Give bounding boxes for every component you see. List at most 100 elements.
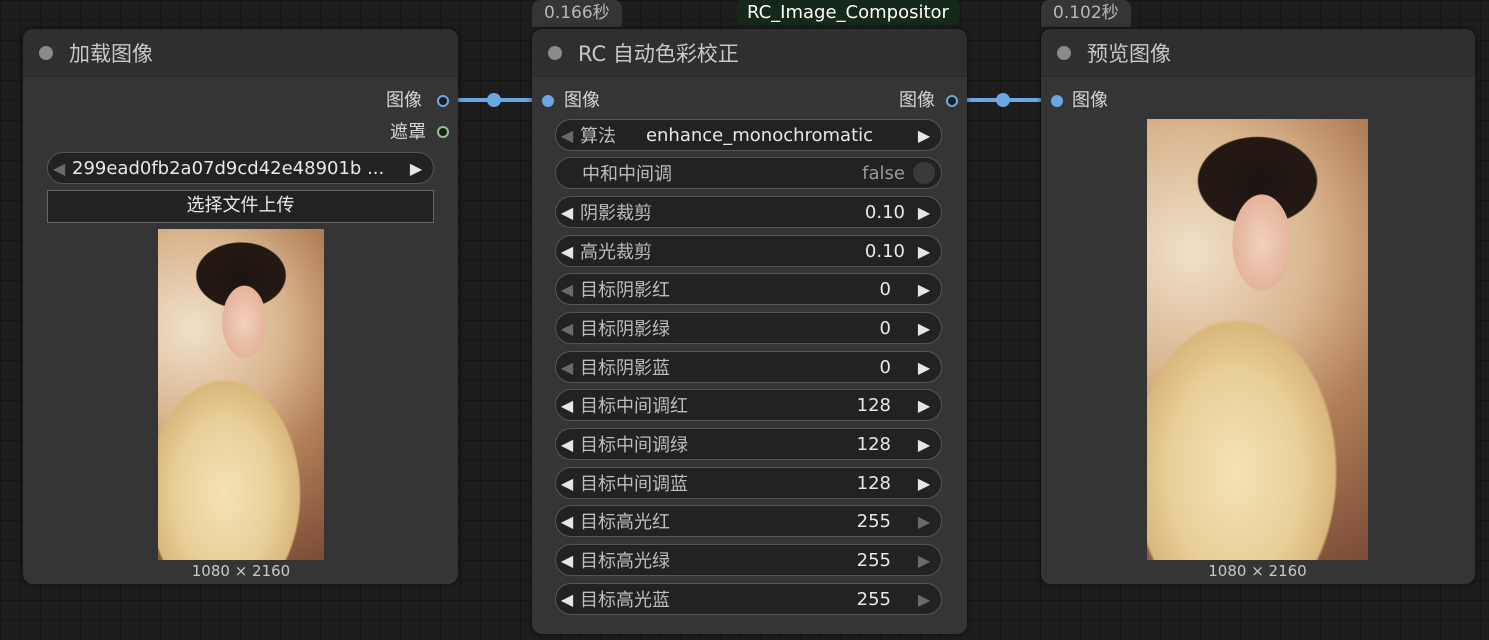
output-image-port-icon[interactable] [437, 95, 449, 107]
upload-button[interactable]: 选择文件上传 [47, 190, 434, 223]
target-highlight-blue-stepper[interactable]: ◀ 目标高光蓝 255 ▶ [555, 583, 942, 615]
widget-label: 目标高光蓝 [580, 590, 670, 611]
execution-time-badge: 0.102秒 [1041, 0, 1131, 27]
execution-time-badge: 0.166秒 [532, 0, 622, 27]
widget-label: 高光裁剪 [580, 242, 652, 263]
node-title: 预览图像 [1087, 41, 1171, 66]
output-image-label: 图像 [899, 90, 935, 111]
preview-image-node[interactable]: 预览图像 图像 1080 × 2160 [1041, 29, 1475, 584]
widget-value: 128 [856, 394, 891, 416]
widget-value: 0.10 [864, 201, 905, 223]
left-arrow-icon[interactable]: ◀ [556, 512, 578, 531]
right-arrow-icon[interactable]: ▶ [913, 435, 935, 454]
widget-label: 中和中间调 [582, 164, 672, 185]
output-image-label: 图像 [386, 90, 422, 111]
target-midtone-red-stepper[interactable]: ◀ 目标中间调红 128 ▶ [555, 389, 942, 421]
node-title: 加载图像 [69, 41, 153, 66]
widget-value: 255 [856, 588, 891, 610]
widget-label: 阴影裁剪 [580, 203, 652, 224]
widget-label: 目标中间调蓝 [580, 474, 688, 495]
input-image-label: 图像 [1072, 90, 1108, 111]
left-arrow-icon[interactable]: ◀ [556, 396, 578, 415]
toggle-knob-icon[interactable] [913, 162, 935, 184]
target-shadow-blue-stepper[interactable]: ◀ 目标阴影蓝 0 ▶ [555, 351, 942, 383]
widget-value: 0 [879, 278, 891, 300]
right-arrow-icon[interactable]: ▶ [913, 319, 935, 338]
widget-label: 目标阴影绿 [580, 319, 670, 340]
widget-value: 255 [856, 510, 891, 532]
left-arrow-icon[interactable]: ◀ [556, 280, 578, 299]
widget-label: 目标阴影蓝 [580, 358, 670, 379]
neutralize-midtones-toggle[interactable]: 中和中间调 false [555, 157, 942, 189]
left-arrow-icon[interactable]: ◀ [556, 551, 578, 570]
target-shadow-red-stepper[interactable]: ◀ 目标阴影红 0 ▶ [555, 273, 942, 305]
widget-label: 算法 [580, 126, 616, 147]
collapse-dot-icon[interactable] [39, 45, 53, 60]
right-arrow-icon[interactable]: ▶ [913, 551, 935, 570]
node-title: RC 自动色彩校正 [578, 41, 739, 66]
widget-value: 0 [879, 356, 891, 378]
right-arrow-icon[interactable]: ▶ [913, 242, 935, 261]
group-title: RC_Image_Compositor [737, 0, 959, 25]
widget-value: 128 [856, 472, 891, 494]
left-arrow-icon[interactable]: ◀ [556, 203, 578, 222]
right-arrow-icon[interactable]: ▶ [913, 358, 935, 377]
widget-label: 目标中间调绿 [580, 435, 688, 456]
right-arrow-icon[interactable]: ▶ [913, 126, 935, 145]
widget-value: 0.10 [864, 240, 905, 262]
left-arrow-icon[interactable]: ◀ [556, 590, 578, 609]
output-mask-port-icon[interactable] [437, 126, 449, 138]
loaded-image-preview [158, 229, 324, 560]
output-mask-label: 遮罩 [390, 122, 426, 143]
link-midpoint-handle [487, 93, 501, 107]
highlight-clip-stepper[interactable]: ◀ 高光裁剪 0.10 ▶ [555, 235, 942, 267]
right-arrow-icon[interactable]: ▶ [405, 159, 427, 178]
right-arrow-icon[interactable]: ▶ [913, 512, 935, 531]
load-image-node[interactable]: 加载图像 图像 遮罩 ◀ 299ead0fb2a07d9cd42e48901b … [23, 29, 458, 584]
algorithm-combo[interactable]: ◀ 算法 enhance_monochromatic ▶ [555, 119, 942, 151]
image-dimensions: 1080 × 2160 [1208, 562, 1307, 580]
target-highlight-red-stepper[interactable]: ◀ 目标高光红 255 ▶ [555, 505, 942, 537]
shadow-clip-stepper[interactable]: ◀ 阴影裁剪 0.10 ▶ [555, 196, 942, 228]
right-arrow-icon[interactable]: ▶ [913, 474, 935, 493]
preview-image [1147, 119, 1368, 560]
widget-label: 目标高光红 [580, 512, 670, 533]
left-arrow-icon[interactable]: ◀ [556, 474, 578, 493]
rc-auto-color-correct-node[interactable]: RC 自动色彩校正 图像 图像 ◀ 算法 enhance_monochromat… [532, 29, 967, 634]
node-header[interactable]: 预览图像 [1041, 29, 1475, 77]
left-arrow-icon[interactable]: ◀ [556, 126, 578, 145]
right-arrow-icon[interactable]: ▶ [913, 280, 935, 299]
target-midtone-green-stepper[interactable]: ◀ 目标中间调绿 128 ▶ [555, 428, 942, 460]
widget-value: 128 [856, 433, 891, 455]
target-midtone-blue-stepper[interactable]: ◀ 目标中间调蓝 128 ▶ [555, 467, 942, 499]
widget-label: 目标阴影红 [580, 280, 670, 301]
right-arrow-icon[interactable]: ▶ [913, 203, 935, 222]
widget-value: 0 [879, 317, 891, 339]
target-shadow-green-stepper[interactable]: ◀ 目标阴影绿 0 ▶ [555, 312, 942, 344]
widget-label: 目标中间调红 [580, 396, 688, 417]
input-image-port-icon[interactable] [1051, 95, 1063, 107]
output-image-port-icon[interactable] [946, 95, 958, 107]
input-image-label: 图像 [564, 90, 600, 111]
widget-value: false [862, 162, 905, 184]
input-image-port-icon[interactable] [542, 95, 554, 107]
widget-label: 目标高光绿 [580, 551, 670, 572]
widget-value: 255 [856, 549, 891, 571]
collapse-dot-icon[interactable] [548, 45, 562, 60]
node-header[interactable]: RC 自动色彩校正 [532, 29, 967, 77]
target-highlight-green-stepper[interactable]: ◀ 目标高光绿 255 ▶ [555, 544, 942, 576]
right-arrow-icon[interactable]: ▶ [913, 590, 935, 609]
left-arrow-icon[interactable]: ◀ [48, 159, 70, 178]
left-arrow-icon[interactable]: ◀ [556, 435, 578, 454]
file-name-value: 299ead0fb2a07d9cd42e48901b ... [72, 157, 385, 179]
widget-value: enhance_monochromatic [645, 124, 874, 146]
right-arrow-icon[interactable]: ▶ [913, 396, 935, 415]
left-arrow-icon[interactable]: ◀ [556, 242, 578, 261]
left-arrow-icon[interactable]: ◀ [556, 358, 578, 377]
left-arrow-icon[interactable]: ◀ [556, 319, 578, 338]
collapse-dot-icon[interactable] [1057, 45, 1071, 60]
image-dimensions: 1080 × 2160 [191, 562, 291, 580]
link-midpoint-handle [996, 93, 1010, 107]
node-header[interactable]: 加载图像 [23, 29, 458, 77]
image-file-combo[interactable]: ◀ 299ead0fb2a07d9cd42e48901b ... ▶ [47, 152, 434, 184]
